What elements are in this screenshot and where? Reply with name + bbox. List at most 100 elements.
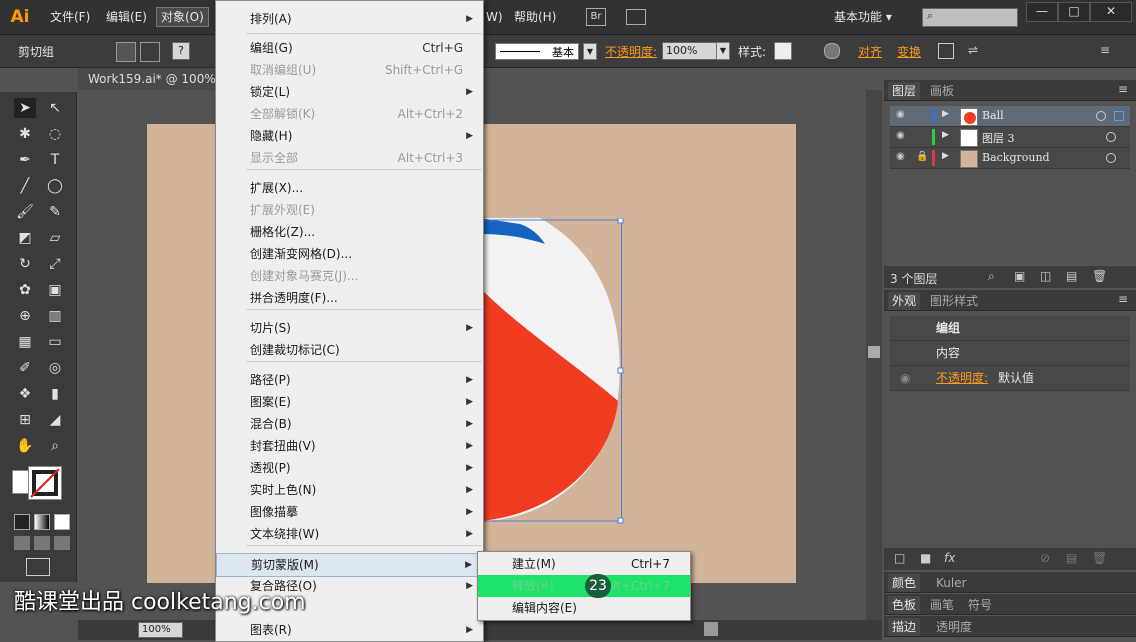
appearance-opacity-row[interactable]: ◉ 不透明度: 默认值 — [890, 366, 1130, 391]
eraser-tool-icon[interactable]: ▱ — [44, 228, 66, 248]
stroke-swatch[interactable] — [28, 466, 62, 500]
menu-item[interactable]: 图像描摹 ▶ — [216, 501, 483, 523]
selection-handle[interactable] — [617, 517, 624, 524]
layer-row-layer3[interactable]: ◉ ▶ 图层 3 — [890, 127, 1130, 148]
layer-row-ball[interactable]: ◉ ▶ Ball — [890, 106, 1130, 127]
make-clipping-mask-icon[interactable]: ▣ — [1014, 269, 1025, 283]
horizontal-scrollbar-thumb[interactable] — [704, 622, 718, 636]
zoom-tool-icon[interactable]: ⌕ — [44, 436, 66, 456]
menu-item[interactable]: 文本绕排(W) ▶ — [216, 523, 483, 545]
mesh-tool-icon[interactable]: ▦ — [14, 332, 36, 352]
menu-item[interactable]: 拼合透明度(F)... — [216, 287, 483, 309]
menu-item[interactable]: 切片(S) ▶ — [216, 317, 483, 339]
expand-arrow-icon[interactable]: ▶ — [942, 151, 949, 161]
draw-normal-icon[interactable] — [14, 536, 30, 550]
selection-tool-icon[interactable]: ➤ — [14, 98, 36, 118]
stroke-profile-dropdown[interactable]: ▼ — [583, 43, 597, 60]
new-sublayer-icon[interactable]: ◫ — [1040, 269, 1051, 283]
expand-arrow-icon[interactable]: ▶ — [942, 109, 949, 119]
menu-item[interactable]: 扩展(X)... — [216, 177, 483, 199]
duplicate-item-icon[interactable]: ▤ — [1066, 551, 1077, 565]
selection-handle[interactable] — [617, 367, 624, 374]
menu-edit[interactable]: 编辑(E) — [102, 8, 151, 26]
tab-appearance[interactable]: 外观 — [888, 292, 921, 310]
tab-layers[interactable]: 图层 — [888, 82, 921, 100]
lock-icon[interactable]: 🔒 — [916, 151, 928, 162]
add-fill-icon[interactable]: ■ — [920, 551, 931, 565]
menu-object[interactable]: 对象(O) — [156, 7, 209, 27]
tab-kuler[interactable]: Kuler — [932, 574, 971, 592]
opacity-link[interactable]: 不透明度: — [605, 43, 657, 60]
layer-row-background[interactable]: ◉ 🔒 ▶ Background — [890, 148, 1130, 169]
pencil-tool-icon[interactable]: ✎ — [44, 202, 66, 222]
eye-icon[interactable]: ◉ — [896, 110, 906, 120]
document-tab[interactable]: Work159.ai* @ 100% — [78, 68, 228, 90]
expand-arrow-icon[interactable]: ▶ — [942, 130, 949, 140]
new-layer-icon[interactable]: ▤ — [1066, 269, 1077, 283]
menu-item[interactable]: 封套扭曲(V) ▶ — [216, 435, 483, 457]
magic-wand-tool-icon[interactable]: ✱ — [14, 124, 36, 144]
scale-tool-icon[interactable]: ⤢ — [44, 254, 66, 274]
style-swatch[interactable] — [774, 42, 792, 60]
gradient-mode-icon[interactable] — [34, 514, 50, 530]
perspective-grid-tool-icon[interactable]: ▥ — [44, 306, 66, 326]
submenu-item-release[interactable]: 释放(R) Alt+Ctrl+7 23 — [478, 574, 690, 598]
screen-mode-icon[interactable] — [26, 558, 50, 576]
selection-indicator-icon[interactable] — [1114, 111, 1124, 121]
search-input[interactable]: ⌕ — [922, 8, 1018, 27]
delete-layer-icon[interactable]: 🗑 — [1092, 269, 1107, 283]
menu-item[interactable]: 图案(E) ▶ — [216, 391, 483, 413]
minimize-button[interactable]: — — [1026, 2, 1058, 22]
submenu-item-edit-contents[interactable]: 编辑内容(E) — [478, 597, 690, 619]
tab-brushes[interactable]: 画笔 — [926, 596, 958, 614]
delete-item-icon[interactable]: 🗑 — [1092, 551, 1107, 565]
pen-tool-icon[interactable]: ✒ — [14, 150, 36, 170]
transform-link[interactable]: 变换 — [897, 43, 921, 60]
selection-handle[interactable] — [617, 218, 624, 224]
hand-tool-icon[interactable]: ✋ — [14, 436, 36, 456]
warp-tool-icon[interactable]: ✿ — [14, 280, 36, 300]
tab-stroke[interactable]: 描边 — [888, 618, 921, 636]
vertical-scrollbar[interactable] — [866, 90, 882, 620]
line-tool-icon[interactable]: ╱ — [14, 176, 36, 196]
artboard-tool-icon[interactable]: ⊞ — [14, 410, 36, 430]
lasso-tool-icon[interactable]: ◌ — [44, 124, 66, 144]
menu-item-arrange[interactable]: 排列(A) ▶ — [216, 8, 483, 30]
locate-object-icon[interactable]: ⌕ — [988, 269, 995, 284]
tab-color[interactable]: 颜色 — [888, 574, 921, 592]
workspace-switcher[interactable]: 基本功能 ▾ — [834, 8, 892, 25]
clear-appearance-icon[interactable]: ⊘ — [1040, 551, 1050, 565]
column-graph-tool-icon[interactable]: ▮ — [44, 384, 66, 404]
ellipse-tool-icon[interactable]: ◯ — [44, 176, 66, 196]
opacity-dropdown[interactable]: ▼ — [716, 42, 730, 60]
direct-selection-tool-icon[interactable]: ↖ — [44, 98, 66, 118]
fx-icon[interactable]: fx — [944, 551, 955, 565]
target-icon[interactable] — [1106, 153, 1116, 163]
symbol-sprayer-tool-icon[interactable]: ❖ — [14, 384, 36, 404]
rotate-tool-icon[interactable]: ↻ — [14, 254, 36, 274]
menu-item[interactable]: 实时上色(N) ▶ — [216, 479, 483, 501]
tab-swatches[interactable]: 色板 — [888, 596, 921, 614]
free-transform-tool-icon[interactable]: ▣ — [44, 280, 66, 300]
menu-item[interactable]: 图表(R) ▶ — [216, 619, 483, 641]
tab-graphic-styles[interactable]: 图形样式 — [926, 292, 982, 310]
menu-item[interactable]: 创建渐变网格(D)... — [216, 243, 483, 265]
menu-window[interactable]: W) — [482, 8, 507, 26]
shape-builder-tool-icon[interactable]: ⊕ — [14, 306, 36, 326]
close-button[interactable]: ✕ — [1090, 2, 1132, 22]
stroke-profile-select[interactable]: 基本 — [495, 43, 579, 60]
beach-ball-artwork[interactable] — [480, 218, 630, 524]
opacity-input[interactable]: 100% — [662, 42, 719, 60]
none-mode-icon[interactable] — [54, 514, 70, 530]
blend-tool-icon[interactable]: ◎ — [44, 358, 66, 378]
target-icon[interactable] — [1096, 111, 1106, 121]
gradient-tool-icon[interactable]: ▭ — [44, 332, 66, 352]
target-icon[interactable] — [1106, 132, 1116, 142]
menu-file[interactable]: 文件(F) — [46, 8, 94, 26]
eye-icon[interactable]: ◉ — [896, 131, 906, 141]
menu-item[interactable]: 透视(P) ▶ — [216, 457, 483, 479]
tab-transparency[interactable]: 透明度 — [932, 618, 976, 636]
tab-artboards[interactable]: 画板 — [926, 82, 958, 100]
opacity-link[interactable]: 不透明度: — [936, 366, 988, 390]
isolate-group-icon[interactable] — [938, 43, 954, 59]
